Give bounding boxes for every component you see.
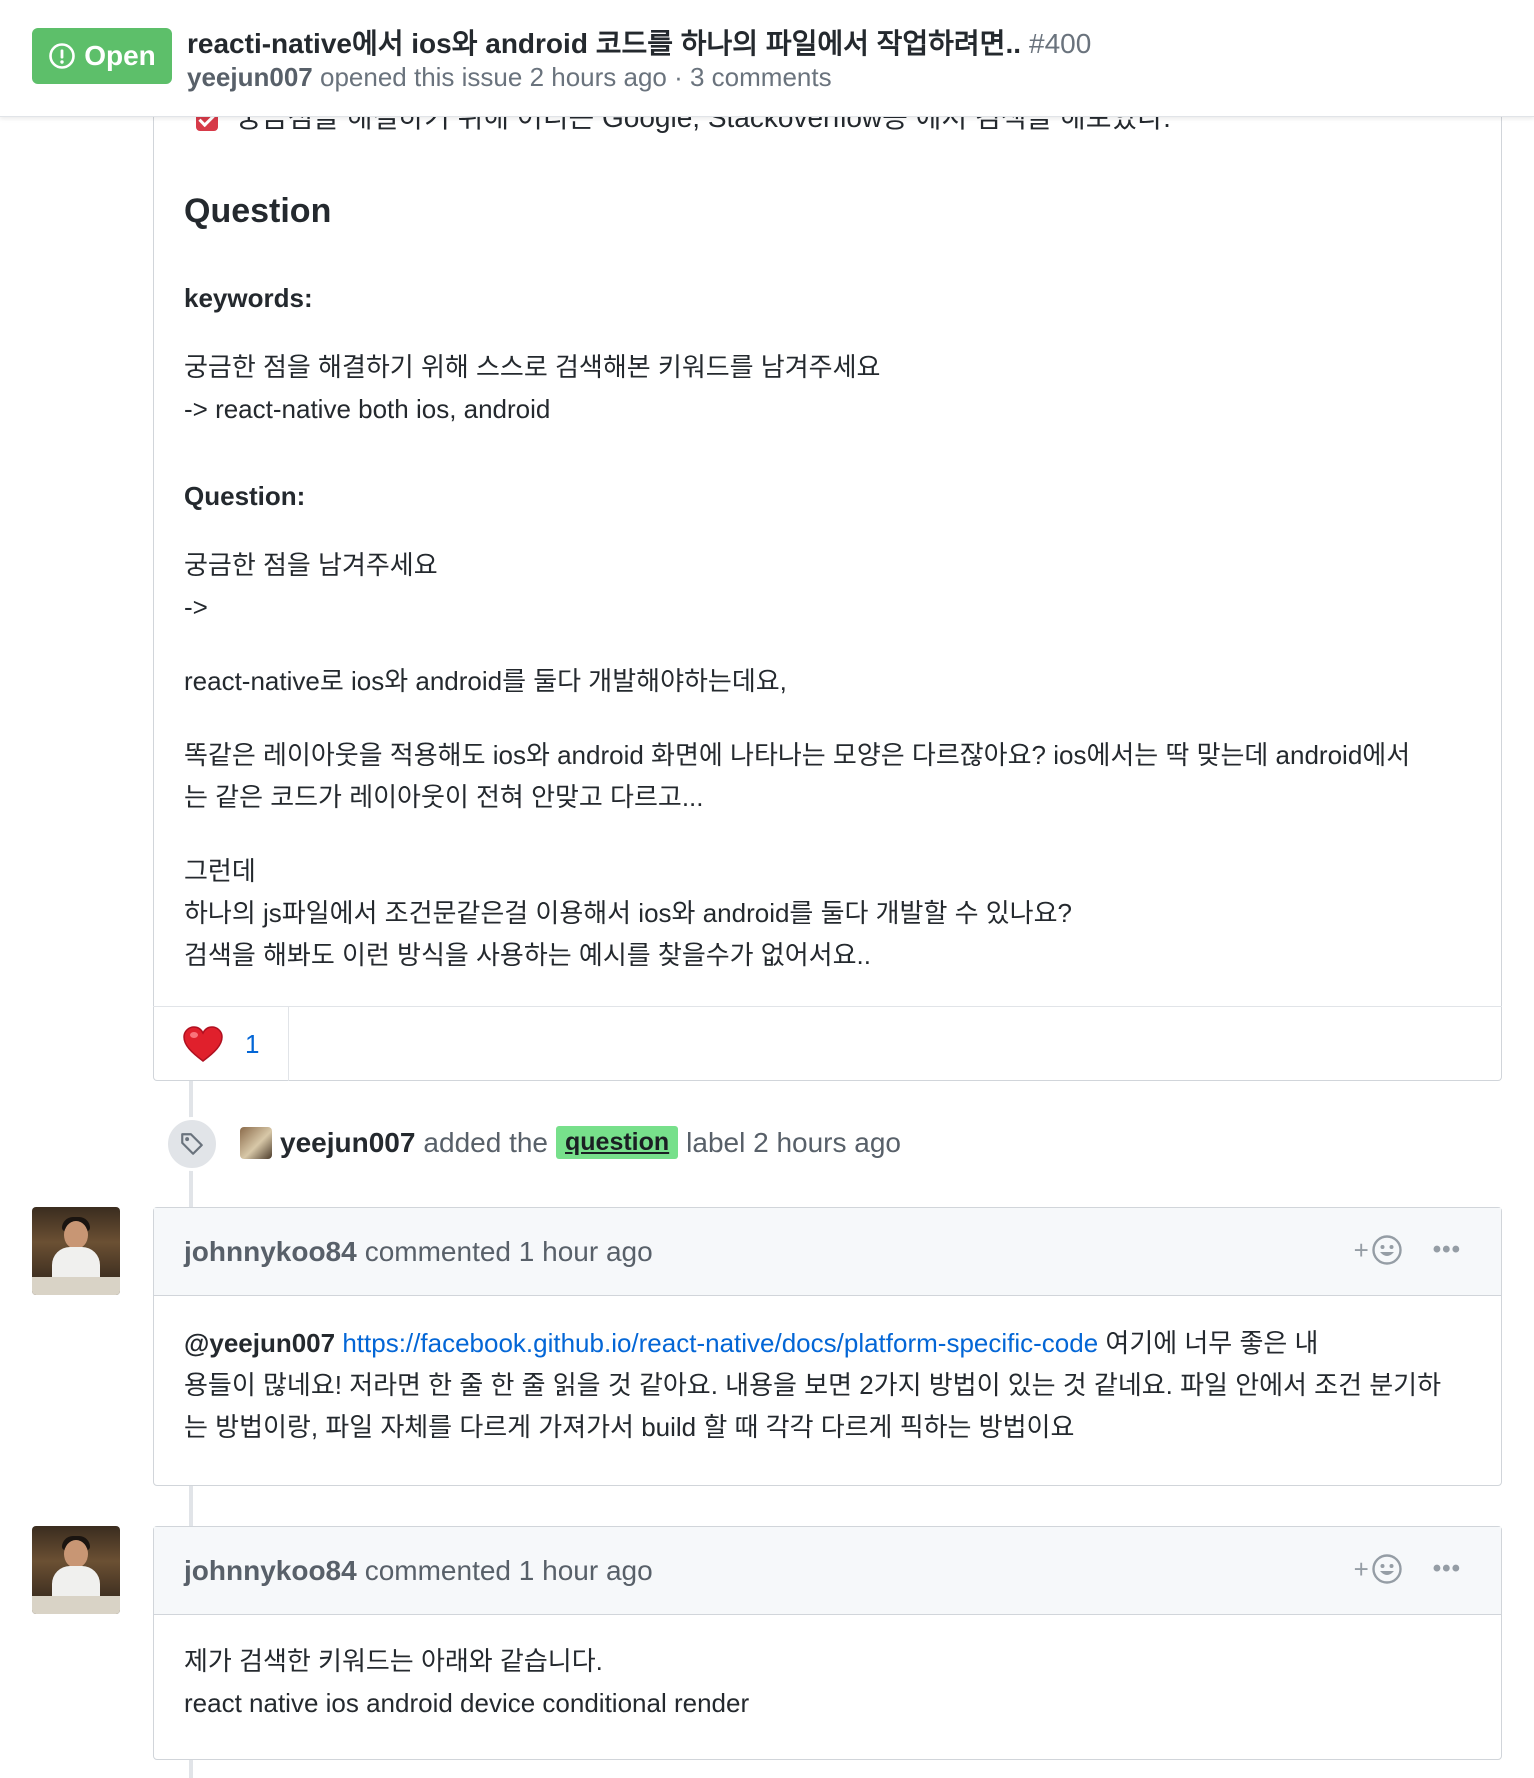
add-reaction-button[interactable]: +: [1354, 1234, 1403, 1266]
body-heading: Question: [184, 192, 332, 230]
body-paragraph: react-native로 ios와 android를 둘다 개발해야하는데요,: [184, 666, 787, 696]
tag-icon: [165, 1117, 219, 1171]
more-options-button[interactable]: •••: [1433, 1236, 1461, 1264]
comment-header: johnnykoo84 commented 1 hour ago + •••: [154, 1527, 1501, 1615]
avatar[interactable]: [240, 1126, 272, 1159]
event-action-text: added the: [423, 1126, 548, 1158]
body-paragraph: 똑같은 레이아웃을 적용해도 ios와 android 화면에 나타나는 모양은…: [184, 740, 1411, 770]
issue-meta: yeejun007 opened this issue 2 hours ago …: [187, 62, 832, 93]
comment-author-link[interactable]: johnnykoo84: [184, 1236, 357, 1268]
comment-timestamp[interactable]: commented 1 hour ago: [365, 1236, 653, 1268]
reaction-count: 1: [245, 1028, 260, 1059]
comment-text: react native ios android device conditio…: [184, 1688, 750, 1718]
comment-text: 제가 검색한 키워드는 아래와 같습니다.: [184, 1646, 603, 1676]
timeline-line: [189, 1486, 193, 1526]
comment-text: 는 방법이랑, 파일 자체를 다르게 가져가서 build 할 때 각각 다르게…: [184, 1412, 1075, 1442]
heart-icon: [183, 1026, 223, 1062]
body-paragraph: 검색을 해봐도 이런 방식을 사용하는 예시를 찾을수가 없어서요..: [184, 940, 871, 970]
issue-author-link[interactable]: yeejun007: [187, 62, 313, 92]
issue-title-text: reacti-native에서 ios와 android 코드를 하나의 파일에…: [187, 28, 1021, 59]
sticky-issue-header: Open reacti-native에서 ios와 android 코드를 하나…: [0, 0, 1534, 117]
reactions-bar: 1: [153, 1006, 1502, 1081]
comment-body: @yeejun007 https://facebook.github.io/re…: [154, 1296, 1501, 1448]
plus-icon: +: [1353, 1553, 1369, 1584]
event-suffix-text: label 2 hours ago: [686, 1126, 901, 1158]
add-reaction-button[interactable]: +: [1354, 1553, 1403, 1585]
avatar[interactable]: [32, 1207, 120, 1295]
comment-timestamp[interactable]: commented 1 hour ago: [365, 1555, 653, 1587]
more-options-button[interactable]: •••: [1433, 1555, 1461, 1583]
smiley-icon: [1372, 1554, 1402, 1584]
comment-body: 제가 검색한 키워드는 아래와 같습니다. react native ios a…: [154, 1615, 1501, 1724]
issue-number: #400: [1029, 28, 1092, 59]
comment-text: 용들이 많네요! 저라면 한 줄 한 줄 읽을 것 같아요. 내용을 보면 2가…: [184, 1370, 1442, 1400]
open-state-badge: Open: [32, 28, 172, 84]
comment: johnnykoo84 commented 1 hour ago + ••• 제…: [153, 1526, 1502, 1760]
docs-link[interactable]: https://facebook.github.io/react-native/…: [342, 1328, 1098, 1358]
label-event: yeejun007 added the question label 2 hou…: [240, 1126, 901, 1159]
body-paragraph: 하나의 js파일에서 조건문같은걸 이용해서 ios와 android를 둘다 …: [184, 898, 1072, 928]
keywords-line: 궁금한 점을 해결하기 위해 스스로 검색해본 키워드를 남겨주세요: [184, 352, 881, 382]
comment: johnnykoo84 commented 1 hour ago + ••• @…: [153, 1207, 1502, 1486]
plus-icon: +: [1353, 1234, 1369, 1265]
user-mention-link[interactable]: @yeejun007: [184, 1328, 335, 1358]
question-line: ->: [184, 592, 208, 622]
question-line: 궁금한 점을 남겨주세요: [184, 550, 438, 580]
timeline-line: [189, 1760, 193, 1778]
question-label-badge[interactable]: question: [556, 1126, 679, 1159]
heart-reaction-button[interactable]: 1: [153, 1007, 289, 1081]
issue-title: reacti-native에서 ios와 android 코드를 하나의 파일에…: [187, 22, 1091, 62]
comment-text: 여기에 너무 좋은 내: [1105, 1328, 1319, 1358]
comment-author-link[interactable]: johnnykoo84: [184, 1555, 357, 1587]
issue-opened-icon: [49, 43, 76, 69]
state-label: Open: [84, 40, 156, 71]
issue-meta-text: opened this issue 2 hours ago · 3 commen…: [319, 62, 832, 92]
body-paragraph: 는 같은 코드가 레이아웃이 전혀 안맞고 다르고...: [184, 782, 704, 812]
body-paragraph: 그런데: [184, 856, 256, 886]
smiley-icon: [1372, 1235, 1402, 1265]
event-author-link[interactable]: yeejun007: [280, 1127, 415, 1159]
keywords-line: -> react-native both ios, android: [184, 394, 551, 424]
keywords-label: keywords:: [184, 283, 313, 313]
question-label: Question:: [184, 481, 306, 511]
avatar[interactable]: [32, 1526, 120, 1614]
comment-header: johnnykoo84 commented 1 hour ago + •••: [154, 1208, 1501, 1296]
